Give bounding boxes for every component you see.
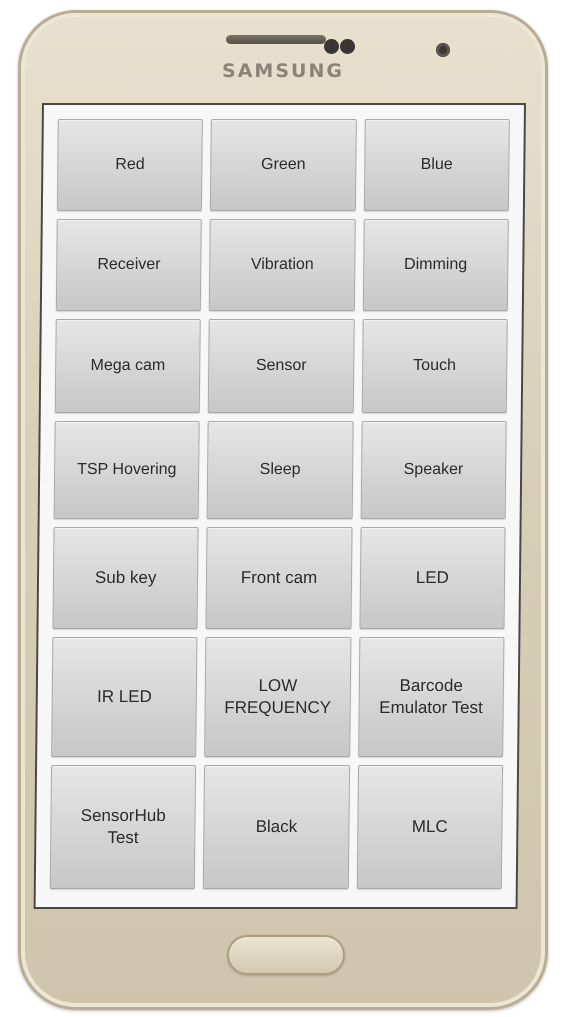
front-camera-lens [436,43,450,57]
mlc-test-button[interactable]: MLC [356,765,504,889]
sensorhub-test-button[interactable]: SensorHub Test [49,765,197,889]
black-test-button[interactable]: Black [203,765,350,889]
blue-test-button[interactable]: Blue [363,119,510,211]
sub-key-test-button[interactable]: Sub key [52,527,199,629]
touch-test-button[interactable]: Touch [361,319,508,413]
red-test-button[interactable]: Red [56,119,204,211]
ir-led-test-button[interactable]: IR LED [51,637,198,757]
low-frequency-test-button[interactable]: LOW FREQUENCY [204,637,352,757]
sleep-test-button[interactable]: Sleep [206,421,354,519]
led-test-button[interactable]: LED [359,527,506,629]
sensor-test-button[interactable]: Sensor [208,319,355,413]
speaker-test-button[interactable]: Speaker [360,421,507,519]
brand-logo: SAMSUNG [222,60,344,82]
home-button[interactable] [227,935,345,975]
dimming-test-button[interactable]: Dimming [362,219,509,311]
barcode-emulator-test-button[interactable]: Barcode Emulator Test [357,637,505,757]
earpiece-speaker [226,35,326,44]
tsp-hovering-test-button[interactable]: TSP Hovering [53,421,200,519]
proximity-sensors [324,39,360,55]
phone-body: SAMSUNG Red Green Blue Receiver Vibratio… [18,10,548,1010]
vibration-test-button[interactable]: Vibration [209,219,356,311]
screen: Red Green Blue Receiver Vibration Dimmin… [33,103,527,909]
green-test-button[interactable]: Green [210,119,357,211]
receiver-test-button[interactable]: Receiver [55,219,203,311]
test-menu-grid: Red Green Blue Receiver Vibration Dimmin… [49,119,510,893]
front-cam-test-button[interactable]: Front cam [205,527,353,629]
mega-cam-test-button[interactable]: Mega cam [54,319,202,413]
